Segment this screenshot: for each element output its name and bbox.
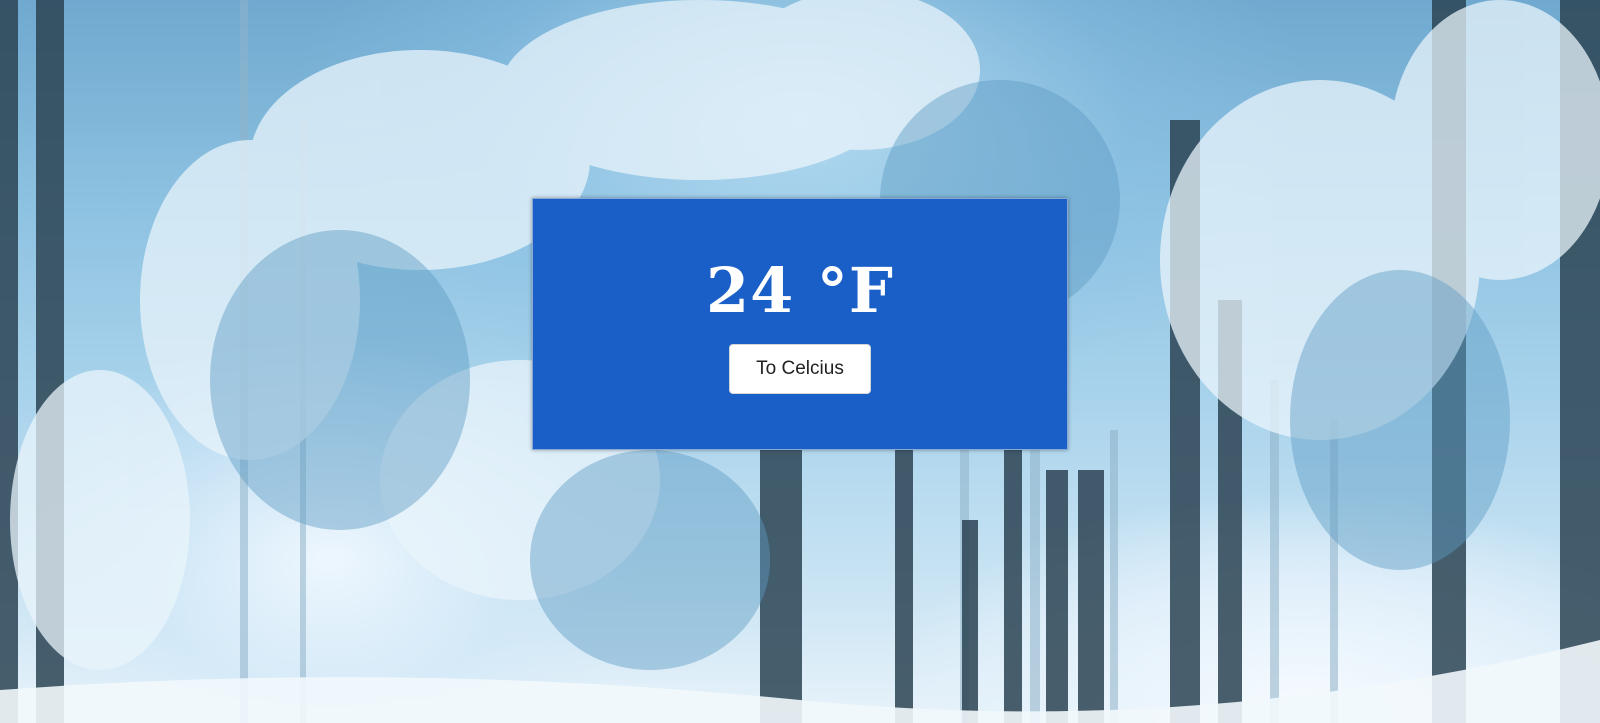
temperature-value: 24 <box>706 254 795 327</box>
temperature-card: 24 °F To Celcius <box>532 198 1068 450</box>
temperature-display: 24 °F <box>706 260 894 322</box>
unit-toggle-button[interactable]: To Celcius <box>729 344 871 394</box>
temperature-unit: °F <box>816 254 894 327</box>
